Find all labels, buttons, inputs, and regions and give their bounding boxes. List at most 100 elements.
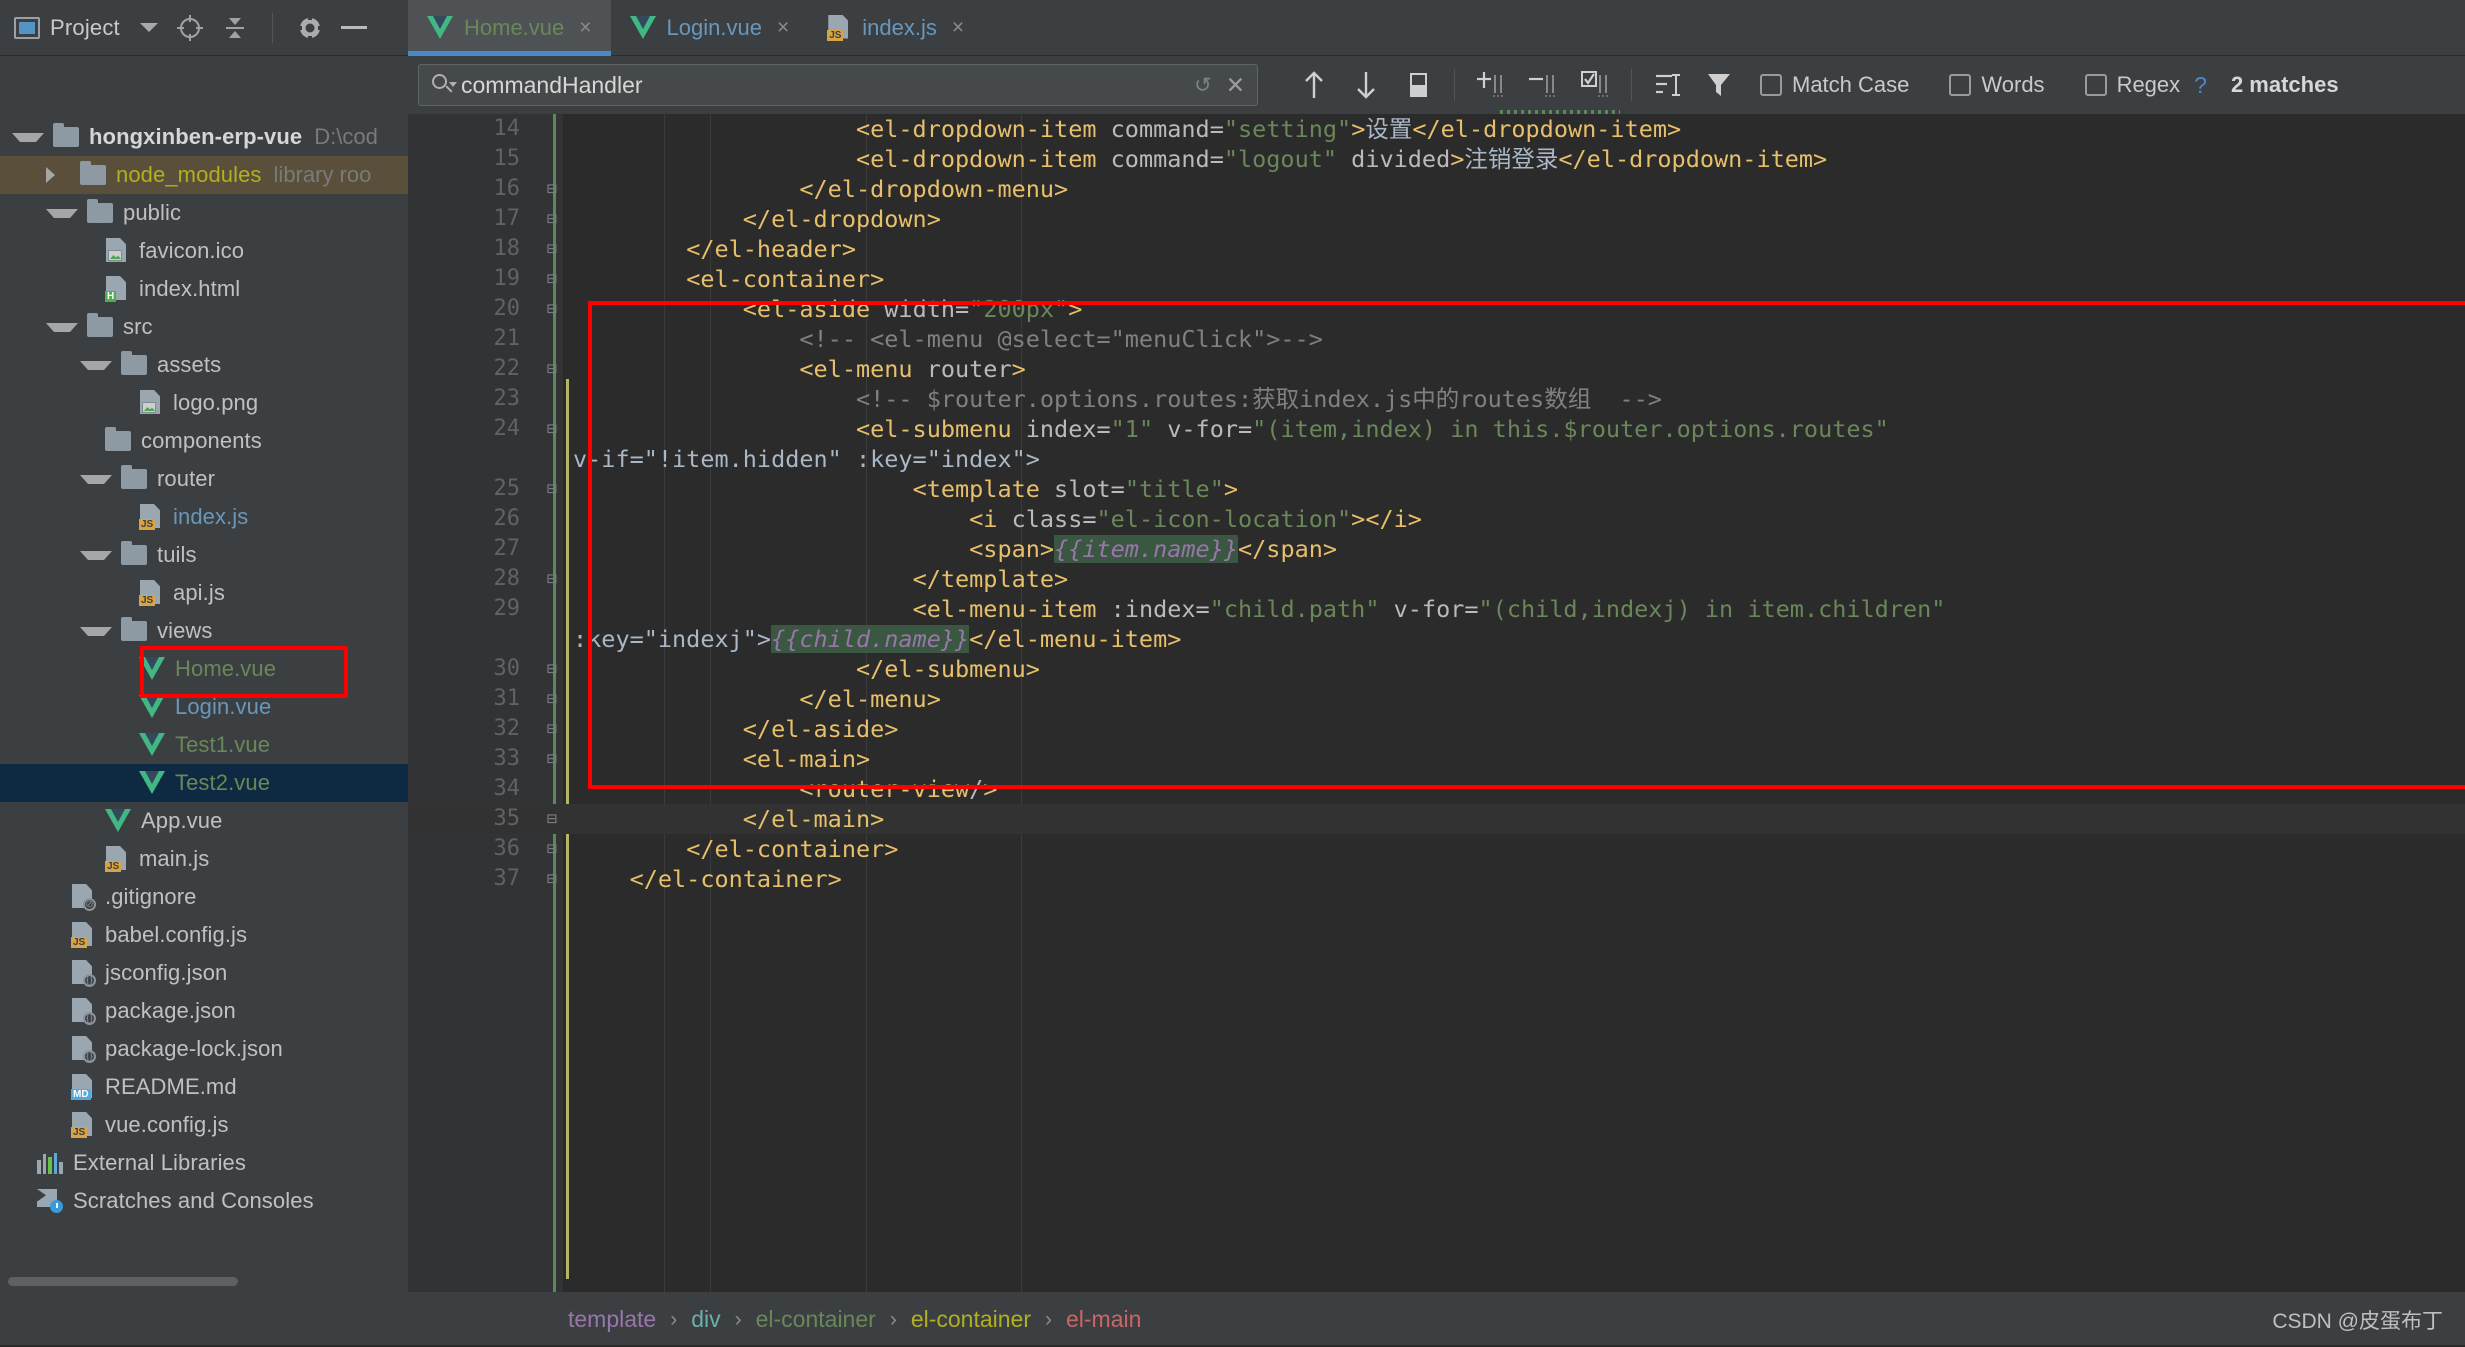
words-checkbox[interactable]: Words [1949,72,2070,98]
tree-item-views[interactable]: views [0,612,408,650]
code-line[interactable]: 14 <el-dropdown-item command="setting">设… [408,114,2465,144]
tree-item-vue-config-js[interactable]: JS vue.config.js [0,1106,408,1144]
code-fold-icon[interactable]: ⊟ [541,474,563,504]
search-icon[interactable] [431,73,457,97]
tree-item-hongxinben-erp-vue[interactable]: hongxinben-erp-vue D:\cod [0,118,408,156]
tree-item-app-vue[interactable]: App.vue [0,802,408,840]
filter-icon[interactable] [1700,65,1740,105]
breadcrumb-item-el-container[interactable]: el-container [756,1306,876,1333]
code-fold-icon[interactable]: ⊟ [541,204,563,234]
code-fold-icon[interactable]: ⊟ [541,864,563,894]
code-line[interactable]: 19 ⊟ <el-container> [408,264,2465,294]
chevron-down-icon[interactable] [80,626,112,636]
tree-item-tuils[interactable]: tuils [0,536,408,574]
tree-item-home-vue[interactable]: Home.vue [0,650,408,688]
chevron-down-icon[interactable] [46,208,78,218]
code-line[interactable]: 24 ⊟ <el-submenu index="1" v-for="(item,i… [408,414,2465,444]
project-tool-window-button[interactable]: Project [14,15,158,41]
tree-item-jsconfig-json[interactable]: {} jsconfig.json [0,954,408,992]
code-line[interactable]: 35 ⊟ </el-main> [408,804,2465,834]
code-line[interactable]: 16 ⊟ </el-dropdown-menu> [408,174,2465,204]
tree-item-test2-vue[interactable]: Test2.vue [0,764,408,802]
code-line[interactable]: 23 <!-- $router.options.routes:获取index.j… [408,384,2465,414]
tree-item-node-modules[interactable]: node_modules library roo [0,156,408,194]
horizontal-scrollbar[interactable] [8,1277,238,1286]
code-line[interactable]: v-if="!item.hidden" :key="index"> [408,444,2465,474]
code-line[interactable]: 18 ⊟ </el-header> [408,234,2465,264]
close-icon[interactable]: × [579,16,591,40]
find-previous-icon[interactable] [1294,65,1334,105]
tree-item-assets[interactable]: assets [0,346,408,384]
code-line[interactable]: 29 <el-menu-item :index="child.path" v-f… [408,594,2465,624]
close-icon[interactable]: × [952,16,964,40]
select-all-lines-icon[interactable] [1575,65,1615,105]
breadcrumb-item-div[interactable]: div [691,1306,720,1333]
tree-item-test1-vue[interactable]: Test1.vue [0,726,408,764]
close-icon[interactable]: × [777,16,789,40]
chevron-down-icon[interactable] [80,474,112,484]
tree-item-login-vue[interactable]: Login.vue [0,688,408,726]
project-tree[interactable]: hongxinben-erp-vue D:\cod node_modules libr… [0,114,408,1292]
close-search-icon[interactable]: ✕ [1226,72,1245,99]
tree-item-main-js[interactable]: JS main.js [0,840,408,878]
code-line[interactable]: 26 <i class="el-icon-location"></i> [408,504,2465,534]
code-fold-icon[interactable]: ⊟ [541,414,563,444]
code-fold-icon[interactable]: ⊟ [541,264,563,294]
tree-item-src[interactable]: src [0,308,408,346]
code-line[interactable]: 15 <el-dropdown-item command="logout" di… [408,144,2465,174]
code-fold-icon[interactable]: ⊟ [541,834,563,864]
find-next-icon[interactable] [1346,65,1386,105]
chevron-right-icon[interactable] [46,167,71,183]
code-fold-icon[interactable]: ⊟ [541,564,563,594]
tree-item-api-js[interactable]: JS api.js [0,574,408,612]
tree-item-scratches-and-consoles[interactable]: Scratches and Consoles [0,1182,408,1220]
tree-item-external-libraries[interactable]: External Libraries [0,1144,408,1182]
code-line[interactable]: :key="indexj">{{child.name}}</el-menu-it… [408,624,2465,654]
chevron-down-icon[interactable] [139,23,158,32]
editor-tab-index-js[interactable]: JS index.js × [808,0,983,55]
chevron-down-icon[interactable] [80,550,112,560]
editor-tab-home-vue[interactable]: Home.vue × [408,0,611,56]
chevron-down-icon[interactable] [12,132,44,142]
code-line[interactable]: 17 ⊟ </el-dropdown> [408,204,2465,234]
tree-item-components[interactable]: components [0,422,408,460]
checkbox-box[interactable] [2084,74,2107,96]
tree-item-favicon-ico[interactable]: favicon.ico [0,232,408,270]
code-fold-icon[interactable]: ⊟ [541,294,563,324]
code-line[interactable]: 31 ⊟ </el-menu> [408,684,2465,714]
tree-item-logo-png[interactable]: logo.png [0,384,408,422]
code-line[interactable]: 30 ⊟ </el-submenu> [408,654,2465,684]
add-line-icon[interactable] [1471,65,1511,105]
breadcrumb[interactable]: template › div › el-container › el-container › e… [568,1306,1141,1333]
code-fold-icon[interactable]: ⊟ [541,234,563,264]
code-line[interactable]: 28 ⊟ </template> [408,564,2465,594]
chevron-down-icon[interactable] [46,322,78,332]
search-history-icon[interactable]: ↺ [1194,73,1212,98]
code-line[interactable]: 21 <!-- <el-menu @select="menuClick">--> [408,324,2465,354]
breadcrumb-item-template[interactable]: template [568,1306,656,1333]
collapse-all-icon[interactable] [221,14,249,42]
code-editor[interactable]: 14 <el-dropdown-item command="setting">设… [408,114,2465,1292]
code-fold-icon[interactable]: ⊟ [541,714,563,744]
help-icon[interactable]: ? [2194,72,2207,99]
code-lines[interactable]: 14 <el-dropdown-item command="setting">设… [408,114,2465,1292]
remove-line-icon[interactable] [1523,65,1563,105]
editor-tab-login-vue[interactable]: Login.vue × [611,0,809,55]
search-input-container[interactable]: commandHandler ↺ ✕ [418,64,1258,106]
tree-item-index-html[interactable]: Hindex.html [0,270,408,308]
tree-item-babel-config-js[interactable]: JS babel.config.js [0,916,408,954]
code-line[interactable]: 33 ⊟ <el-main> [408,744,2465,774]
match-case-checkbox[interactable]: Match Case [1760,72,1935,98]
code-line[interactable]: 27 <span>{{item.name}}</span> [408,534,2465,564]
code-line[interactable]: 34 <router-view/> [408,774,2465,804]
breadcrumb-item-el-main[interactable]: el-main [1066,1306,1141,1333]
code-fold-icon[interactable]: ⊟ [541,684,563,714]
code-line[interactable]: 22 ⊟ <el-menu router> [408,354,2465,384]
code-line[interactable]: 37 ⊟ </el-container> [408,864,2465,894]
code-line[interactable]: 20 ⊟ <el-aside width="200px"> [408,294,2465,324]
code-line[interactable]: 32 ⊟ </el-aside> [408,714,2465,744]
settings-gear-icon[interactable] [295,13,324,42]
code-fold-icon[interactable]: ⊟ [541,354,563,384]
breadcrumb-item-el-container[interactable]: el-container [911,1306,1031,1333]
code-fold-icon[interactable]: ⊟ [541,654,563,684]
